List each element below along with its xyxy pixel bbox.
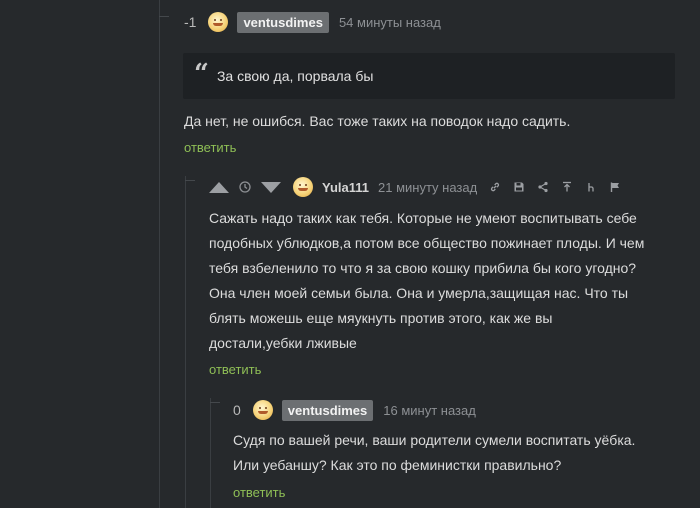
comment-text-line: Сажать надо таких как тебя. Которые не у… [209, 210, 637, 226]
share-icon[interactable] [535, 179, 551, 195]
quote-text: За свою да, порвала бы [216, 68, 374, 84]
thread-collapse-marker-2[interactable] [185, 180, 195, 191]
avatar[interactable] [208, 12, 229, 32]
avatar[interactable] [293, 177, 313, 197]
comment-text: Сажать надо таких как тебя. Которые не у… [209, 206, 644, 356]
to-parent-icon[interactable] [559, 179, 575, 195]
comment-text-line: Она член моей семьи была. Она и умерла,з… [209, 285, 629, 301]
author-name[interactable]: ventusdimes [281, 399, 374, 421]
thread-collapse-marker-3[interactable] [210, 402, 220, 413]
comment-timestamp[interactable]: 54 минуты назад [339, 15, 441, 30]
comment-timestamp[interactable]: 16 минут назад [383, 403, 476, 418]
comment-header: 0 ventusdimes 16 минут назад [233, 398, 476, 422]
comment-text-line: Судя по вашей речи, ваши родители сумели… [233, 432, 636, 448]
reply-button[interactable]: ответить [233, 485, 285, 500]
clock-icon [237, 179, 253, 195]
upvote-button[interactable] [209, 181, 229, 193]
avatar[interactable] [252, 400, 273, 420]
thread-line-2 [185, 176, 186, 508]
comment-text-line: Или уебаншу? Как это по феминистки прави… [233, 457, 562, 473]
link-icon[interactable] [487, 179, 503, 195]
comment-rating: -1 [184, 14, 197, 30]
comment-header: -1 ventusdimes 54 минуты назад [184, 10, 441, 34]
thread-line-1 [159, 0, 160, 508]
report-flag-icon[interactable] [607, 179, 623, 195]
arrow-down-icon [261, 181, 281, 193]
reply-button[interactable]: ответить [184, 140, 236, 155]
comment-header: Yula111 21 минуту назад [209, 175, 623, 199]
author-name[interactable]: ventusdimes [237, 11, 329, 33]
comment-text: Судя по вашей речи, ваши родители сумели… [233, 428, 635, 478]
save-icon[interactable] [511, 179, 527, 195]
comment-rating: 0 [233, 402, 241, 418]
quote-block: “ За свою да, порвала бы [183, 53, 675, 99]
comment-text-line: блять можешь еще мяукнуть против этого, … [209, 310, 553, 326]
comment-text-line: тебя взбеленило то что я за свою кошку п… [209, 260, 637, 276]
reply-button[interactable]: ответить [209, 362, 261, 377]
thread-collapse-marker-1[interactable] [159, 16, 169, 27]
thread-icon[interactable] [583, 179, 599, 195]
downvote-button[interactable] [261, 181, 281, 193]
comment-text-line: подобных ублюдков,а потом все общество п… [209, 235, 645, 251]
comment-text: Да нет, не ошибся. Вас тоже таких на пов… [184, 113, 571, 129]
comment-timestamp[interactable]: 21 минуту назад [378, 180, 477, 195]
thread-line-3 [210, 398, 211, 508]
arrow-up-icon [209, 181, 229, 193]
quote-icon: “ [194, 59, 209, 89]
author-name[interactable]: Yula111 [322, 180, 369, 195]
comment-text-line: достали,уебки лживые [209, 335, 357, 351]
